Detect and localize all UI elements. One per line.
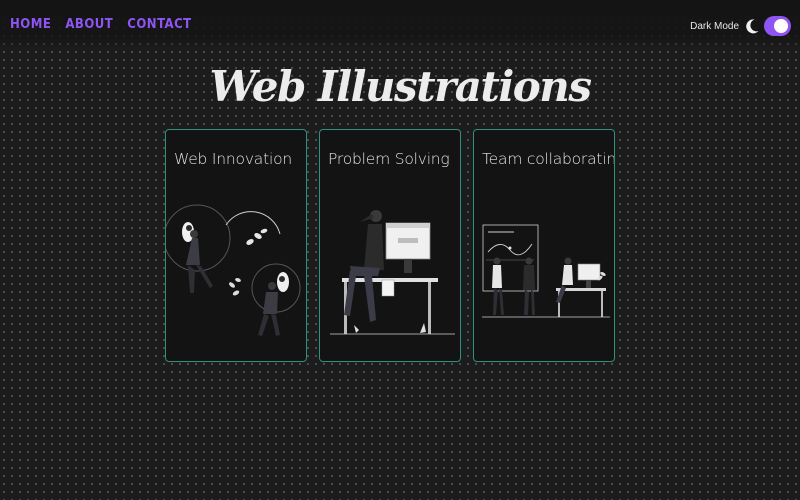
nav-link-about[interactable]: ABOUT [65,17,113,32]
toggle-knob [774,19,788,33]
page-title: Web Illustrations [209,62,593,111]
moon-icon [746,18,759,33]
nav-link-home[interactable]: HOME [10,17,51,32]
top-nav: HOME ABOUT CONTACT Dark Mode [0,0,800,50]
nav-links: HOME ABOUT CONTACT [10,17,192,32]
dark-mode-toggle[interactable] [764,16,791,36]
dark-mode-label: Dark Mode [690,20,739,32]
theme-switcher: Dark Mode [690,16,791,36]
team-collaborating-illustration [482,224,610,318]
card-team-collaborating[interactable]: Team collaborating [473,129,615,362]
problem-solving-illustration [330,210,455,335]
card-web-innovation[interactable]: Web Innovation [165,129,307,362]
card-problem-solving[interactable]: Problem Solving [319,129,461,362]
nav-link-contact[interactable]: CONTACT [127,17,191,32]
web-innovation-illustration [166,204,301,336]
